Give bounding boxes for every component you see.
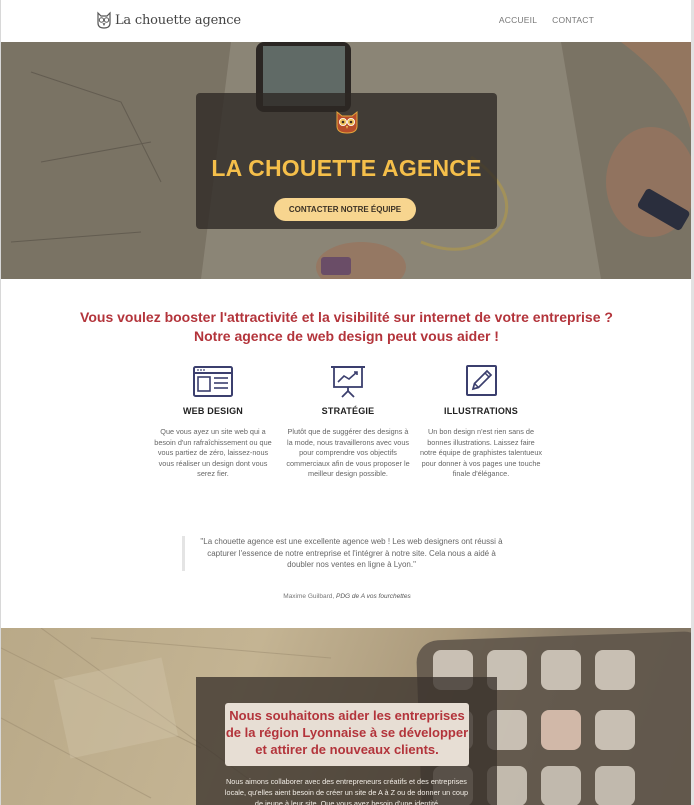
service-title: ILLUSTRATIONS: [444, 406, 518, 416]
contact-team-button[interactable]: CONTACTER NOTRE ÉQUIPE: [274, 198, 416, 221]
intro-line-1: Vous voulez booster l'attractivité et la…: [80, 309, 613, 325]
intro-line-2: Notre agence de web design peut vous aid…: [194, 328, 499, 344]
owl-logo-icon: [97, 11, 111, 29]
service-title: STRATÉGIE: [321, 406, 375, 416]
service-title: WEB DESIGN: [182, 406, 243, 416]
mission-card: Nous souhaitons aider les entreprises de…: [196, 677, 497, 805]
hero-card: LA CHOUETTE AGENCE CONTACTER NOTRE ÉQUIP…: [196, 93, 497, 229]
author-name: Maxime Guilbard,: [283, 593, 335, 600]
service-description: Plutôt que de suggérer des designs à la …: [286, 427, 410, 478]
page: La chouette agence ACCUEIL CONTACT LA CH…: [0, 0, 694, 805]
owl-badge-icon: [336, 110, 358, 134]
site-header: La chouette agence ACCUEIL CONTACT: [1, 0, 691, 42]
intro-heading: Vous voulez booster l'attractivité et la…: [1, 308, 691, 346]
author-role: PDG de A vos fourchettes: [336, 593, 411, 600]
service-strategie: STRATÉGIE Plutôt que de suggérer des des…: [285, 364, 411, 480]
hero-title: LA CHOUETTE AGENCE: [211, 155, 482, 181]
main-nav: ACCUEIL CONTACT: [499, 15, 594, 25]
nav-contact[interactable]: CONTACT: [552, 15, 594, 25]
browser-window-icon: [193, 366, 233, 397]
site-logo[interactable]: La chouette agence: [96, 11, 241, 29]
service-illustrations: ILLUSTRATIONS Un bon design n'est rien s…: [418, 364, 544, 480]
nav-accueil[interactable]: ACCUEIL: [499, 15, 537, 25]
hero-section: LA CHOUETTE AGENCE CONTACTER NOTRE ÉQUIP…: [1, 42, 691, 279]
mission-title: Nous souhaitons aider les entreprises de…: [225, 703, 469, 766]
mission-section: Nous souhaitons aider les entreprises de…: [1, 628, 691, 805]
mission-text: Nous aimons collaborer avec des entrepre…: [224, 777, 469, 805]
testimonial-quote: "La chouette agence est une excellente a…: [182, 536, 504, 571]
service-description: Un bon design n'est rien sans de bonnes …: [419, 427, 543, 478]
service-description: Que vous ayez un site web qui a besoin d…: [154, 427, 272, 478]
presentation-chart-icon: [331, 366, 365, 398]
pencil-icon: [466, 365, 497, 396]
service-web-design: WEB DESIGN Que vous ayez un site web qui…: [150, 364, 276, 480]
logo-text: La chouette agence: [115, 12, 241, 28]
testimonial-author: Maxime Guilbard, PDG de A vos fourchette…: [182, 593, 512, 600]
